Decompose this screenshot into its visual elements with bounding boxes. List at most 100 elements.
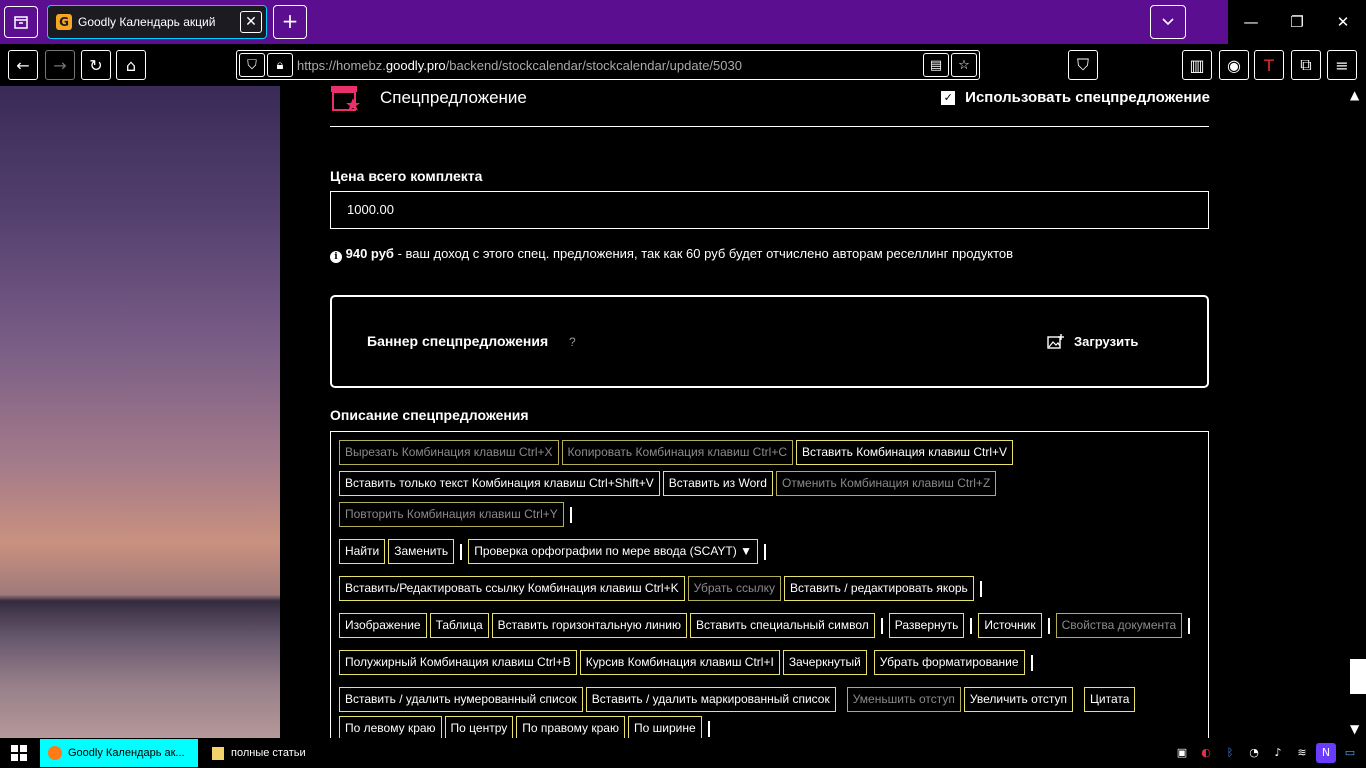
blockquote-button[interactable]: Цитата (1084, 687, 1136, 712)
italic-button[interactable]: Курсив Комбинация клавиш Ctrl+I (579, 650, 780, 675)
source-button[interactable]: Источник (978, 613, 1042, 638)
rich-text-editor: Вырезать Комбинация клавиш Ctrl+X Копиро… (330, 431, 1209, 738)
paste-word-button[interactable]: Вставить из Word (662, 471, 773, 496)
url-text[interactable]: https://homebz.goodly.pro/backend/stockc… (297, 58, 742, 73)
outdent-button[interactable]: Уменьшить отступ (846, 687, 961, 712)
toolbar-group-insert: Изображение Таблица Вставить горизонталь… (339, 613, 1200, 644)
align-center-button[interactable]: По центру (444, 716, 514, 738)
copy-button[interactable]: Копировать Комбинация клавиш Ctrl+C (561, 440, 793, 465)
remove-format-button[interactable]: Убрать форматирование (873, 650, 1025, 675)
wifi-icon[interactable]: ◔ (1244, 743, 1264, 763)
justify-button[interactable]: По ширине (627, 716, 702, 738)
paste-button[interactable]: Вставить Комбинация клавиш Ctrl+V (796, 440, 1014, 465)
banner-upload-box: Баннер спецпредложения ? Загрузить (330, 295, 1209, 388)
bold-button[interactable]: Полужирный Комбинация клавиш Ctrl+B (339, 650, 577, 675)
image-button[interactable]: Изображение (339, 613, 427, 638)
lock-icon[interactable]: 🔒︎ (267, 53, 293, 77)
navigation-bar: ← → ↻ ⌂ ⛉ 🔒︎ https://homebz.goodly.pro/b… (0, 44, 1366, 86)
close-tab-icon[interactable]: ✕ (240, 11, 262, 33)
tray-app-icon[interactable]: ◐ (1196, 743, 1216, 763)
bulleted-list-button[interactable]: Вставить / удалить маркированный список (585, 687, 836, 712)
toolbar-separator (569, 506, 572, 523)
extension-t-button[interactable]: T (1254, 50, 1284, 80)
start-button[interactable] (0, 738, 38, 768)
toolbar-group-clipboard: Вырезать Комбинация клавиш Ctrl+X Копиро… (339, 440, 1200, 533)
scayt-dropdown[interactable]: Проверка орфографии по мере ввода (SCAYT… (468, 539, 758, 564)
browser-tab[interactable]: G Goodly Календарь акций ✕ (47, 5, 267, 39)
anchor-button[interactable]: Вставить / редактировать якорь (784, 576, 974, 601)
section-title: Спецпредложение (380, 88, 527, 107)
window-controls: — ❐ ✕ (1228, 0, 1366, 44)
scrollbar-thumb[interactable] (1350, 659, 1366, 694)
price-input[interactable]: 1000.00 (330, 191, 1209, 229)
home-button[interactable]: ⌂ (116, 50, 146, 80)
toolbar-separator (707, 720, 710, 737)
banner-label: Баннер спецпредложения (367, 333, 549, 349)
help-icon[interactable]: ? (569, 335, 576, 349)
puzzle-icon: ⧉ (1300, 55, 1312, 74)
find-button[interactable]: Найти (339, 539, 386, 564)
system-tray: ▣ ◐ ᛒ ◔ ♪ ≋ N ▭ (1172, 743, 1360, 763)
upload-button[interactable]: Загрузить (1047, 334, 1138, 349)
cut-button[interactable]: Вырезать Комбинация клавиш Ctrl+X (339, 440, 559, 465)
new-tab-button[interactable]: + (273, 5, 307, 39)
reader-view-icon[interactable]: ▤ (923, 53, 949, 77)
align-left-button[interactable]: По левому краю (339, 716, 442, 738)
horizontal-line-button[interactable]: Вставить горизонтальную линию (491, 613, 687, 638)
indent-button[interactable]: Увеличить отступ (963, 687, 1074, 712)
taskbar-folder-label: полные статьи (231, 747, 306, 759)
tab-list-button[interactable] (4, 6, 38, 38)
maximize-button[interactable]: Развернуть (888, 613, 965, 638)
folder-icon (212, 747, 224, 760)
extensions-button[interactable]: ⧉ (1291, 50, 1321, 80)
list-all-tabs-button[interactable] (1150, 5, 1186, 39)
volume-icon[interactable]: ♪ (1268, 743, 1288, 763)
menu-button[interactable]: ≡ (1327, 50, 1357, 80)
document-properties-button[interactable]: Свойства документа (1055, 613, 1183, 638)
shop-star-icon (331, 86, 360, 111)
background-image (0, 86, 280, 738)
scroll-down-icon[interactable]: ▼ (1350, 722, 1359, 736)
special-char-button[interactable]: Вставить специальный символ (689, 613, 875, 638)
paste-text-button[interactable]: Вставить только текст Комбинация клавиш … (339, 471, 660, 496)
shield-icon[interactable]: ⛉ (239, 53, 265, 77)
align-right-button[interactable]: По правому краю (516, 716, 625, 738)
replace-button[interactable]: Заменить (388, 539, 455, 564)
divider (330, 126, 1209, 127)
notification-icon[interactable]: ▭ (1340, 743, 1360, 763)
url-bar[interactable]: ⛉ 🔒︎ https://homebz.goodly.pro/backend/s… (236, 50, 980, 80)
account-button[interactable]: ◉ (1219, 50, 1249, 80)
bluetooth-icon[interactable]: ᛒ (1220, 743, 1240, 763)
pocket-button[interactable]: ⛉ (1068, 50, 1098, 80)
info-icon: i (330, 251, 342, 263)
bookmark-star-icon[interactable]: ☆ (951, 53, 977, 77)
toolbar-group-links: Вставить/Редактировать ссылку Комбинация… (339, 576, 1200, 607)
taskbar-folder[interactable]: полные статьи (205, 739, 365, 767)
tray-app-icon[interactable]: ▣ (1172, 743, 1192, 763)
unlink-button[interactable]: Убрать ссылку (687, 576, 782, 601)
table-button[interactable]: Таблица (429, 613, 489, 638)
redo-button[interactable]: Повторить Комбинация клавиш Ctrl+Y (339, 502, 564, 527)
forward-button[interactable]: → (45, 50, 75, 80)
price-label: Цена всего комплекта (330, 168, 483, 184)
chevron-down-icon (1162, 18, 1174, 26)
link-button[interactable]: Вставить/Редактировать ссылку Комбинация… (339, 576, 685, 601)
taskbar-firefox[interactable]: Goodly Календарь ак... (40, 739, 198, 767)
undo-button[interactable]: Отменить Комбинация клавиш Ctrl+Z (775, 471, 997, 496)
tray-app-icon[interactable]: N (1316, 743, 1336, 763)
tray-app-icon[interactable]: ≋ (1292, 743, 1312, 763)
sidebar-button[interactable]: ▥ (1182, 50, 1212, 80)
reload-button[interactable]: ↻ (81, 50, 111, 80)
toolbar-group-editing: Найти Заменить Проверка орфографии по ме… (339, 539, 1200, 570)
page-viewport: ▲ ▼ Спецпредложение ✓ Использовать спецп… (0, 86, 1366, 738)
scroll-up-icon[interactable]: ▲ (1350, 88, 1359, 102)
strikethrough-button[interactable]: Зачеркнутый (782, 650, 867, 675)
back-button[interactable]: ← (8, 50, 38, 80)
use-special-checkbox[interactable]: ✓ Использовать спецпредложение (941, 89, 1210, 106)
checkbox-checked[interactable]: ✓ (941, 90, 956, 105)
close-window-icon[interactable]: ✕ (1320, 0, 1366, 44)
restore-icon[interactable]: ❐ (1274, 0, 1320, 44)
minimize-icon[interactable]: — (1228, 0, 1274, 44)
goodly-favicon-icon: G (56, 14, 72, 30)
numbered-list-button[interactable]: Вставить / удалить нумерованный список (339, 687, 583, 712)
